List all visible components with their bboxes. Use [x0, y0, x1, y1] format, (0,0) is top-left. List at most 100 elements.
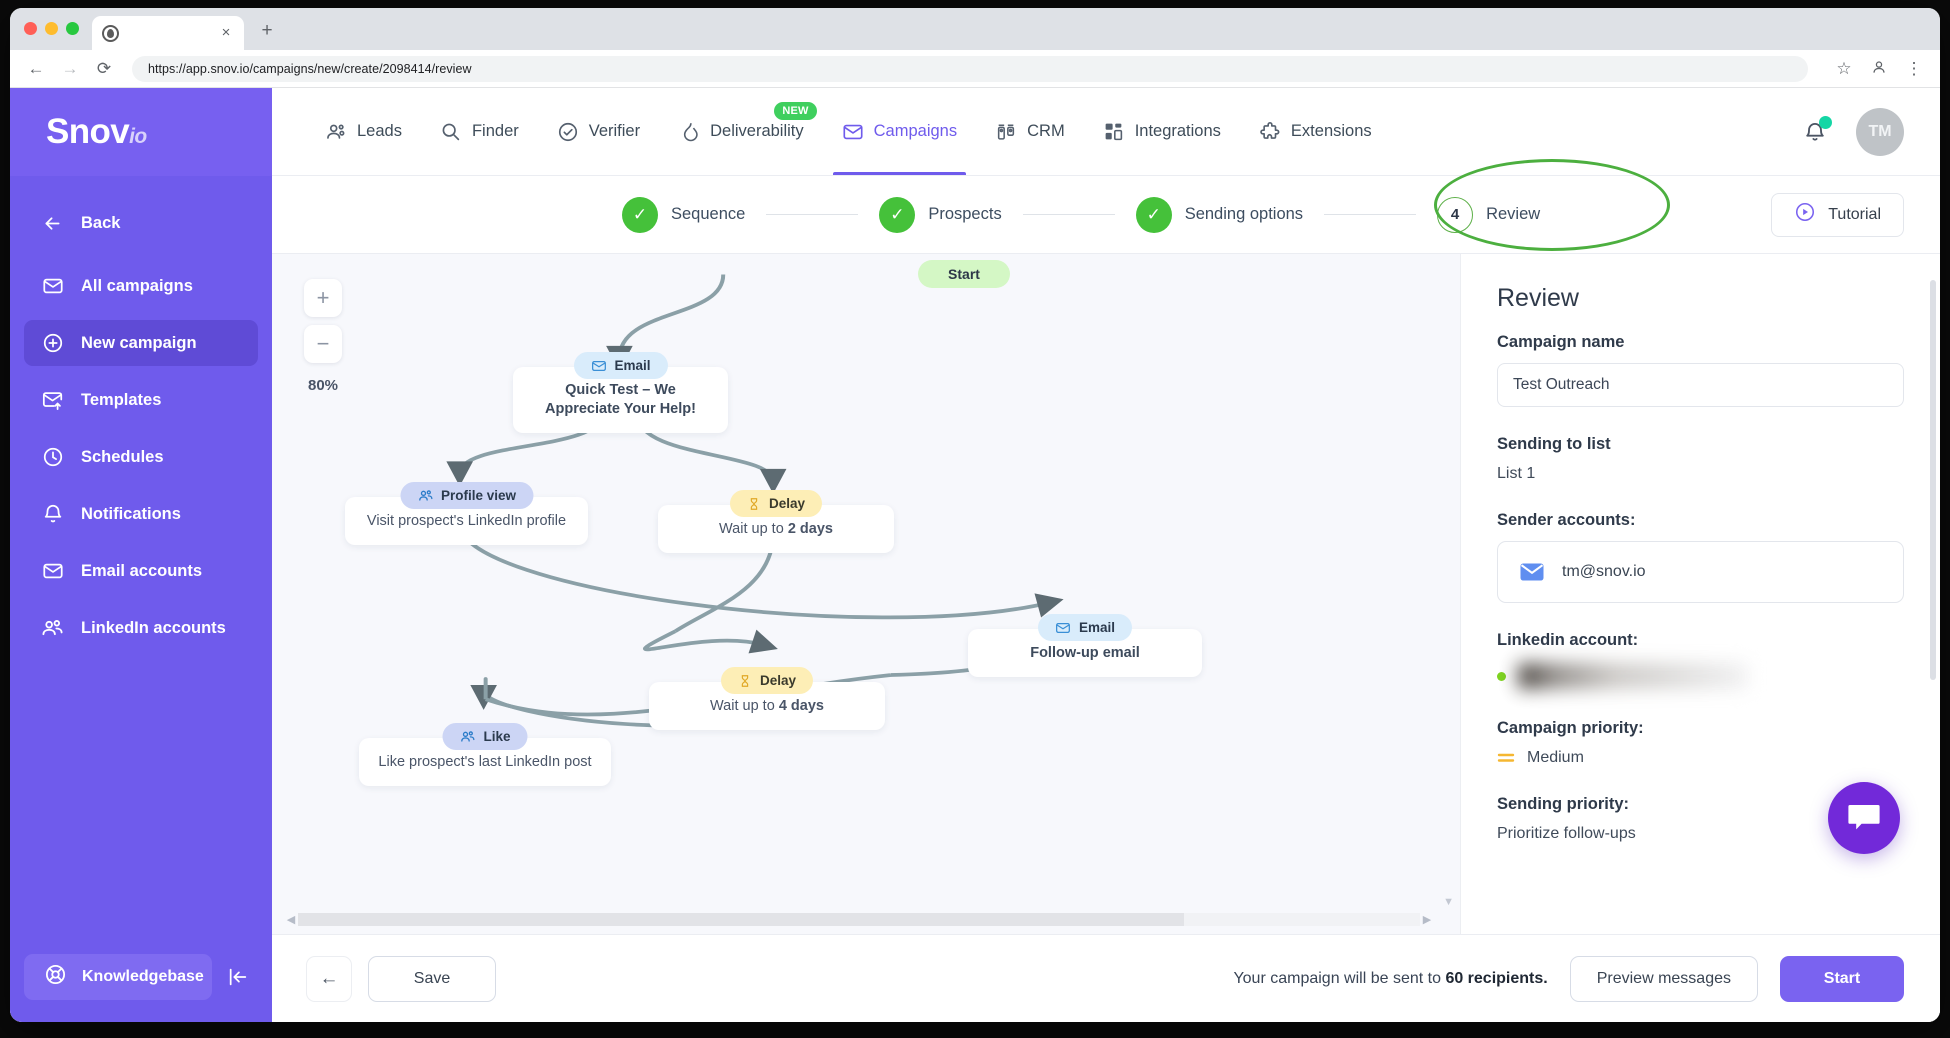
step-review[interactable]: 4 Review: [1437, 196, 1540, 233]
canvas-horizontal-scrollbar[interactable]: ◀ ▶: [284, 913, 1434, 926]
chat-support-button[interactable]: [1828, 782, 1900, 854]
desktop-backdrop: × + ← → ⟳ https://app.snov.io/campaigns/…: [0, 0, 1950, 1038]
step-sending-options[interactable]: ✓ Sending options: [1135, 196, 1303, 233]
node-email-2[interactable]: Email Follow-up email: [968, 614, 1202, 677]
node-profile-view[interactable]: Profile view Visit prospect's LinkedIn p…: [345, 482, 588, 545]
scroll-right-icon[interactable]: ▶: [1420, 913, 1434, 926]
bottom-action-bar: ← Save Your campaign will be sent to 60 …: [272, 934, 1940, 1022]
arrow-left-icon: [41, 212, 64, 235]
recipients-summary: Your campaign will be sent to 60 recipie…: [1233, 970, 1547, 988]
save-button[interactable]: Save: [368, 955, 496, 1002]
sidebar-item-all-campaigns[interactable]: All campaigns: [24, 263, 258, 309]
step-connector: [766, 213, 859, 216]
address-bar[interactable]: https://app.snov.io/campaigns/new/create…: [132, 55, 1808, 82]
browser-tab[interactable]: ×: [92, 16, 244, 50]
sidebar-item-new-campaign[interactable]: New campaign: [24, 320, 258, 366]
campaign-priority-value-row: Medium: [1497, 749, 1904, 767]
node-like[interactable]: Like Like prospect's last LinkedIn post: [359, 723, 611, 786]
sender-accounts-label: Sender accounts:: [1497, 511, 1636, 529]
browser-back-icon[interactable]: ←: [26, 59, 46, 79]
sidebar-item-email-accounts[interactable]: Email accounts: [24, 548, 258, 594]
envelope-icon: [842, 121, 864, 143]
tab-verifier[interactable]: Verifier: [538, 88, 659, 175]
tab-extensions[interactable]: Extensions: [1240, 88, 1391, 175]
panel-scrollbar[interactable]: [1930, 280, 1936, 680]
avatar[interactable]: TM: [1856, 107, 1904, 156]
puzzle-icon: [1259, 121, 1281, 143]
minimize-window-button[interactable]: [45, 22, 58, 35]
node-chip-label: Email: [614, 358, 651, 373]
node-start[interactable]: Start: [918, 260, 1010, 288]
scrollbar-track[interactable]: [298, 913, 1420, 926]
sidebar-label: All campaigns: [81, 276, 193, 295]
main-area: Leads Finder Verifier Deliverability NEW…: [272, 88, 1940, 1022]
sidebar-item-notifications[interactable]: Notifications: [24, 491, 258, 537]
sequence-canvas[interactable]: + − 80% Start Email Quick Test – We Appr…: [272, 254, 1460, 934]
preview-messages-button[interactable]: Preview messages: [1569, 955, 1758, 1002]
browser-forward-icon[interactable]: →: [60, 59, 80, 79]
step-connector: [1324, 213, 1417, 216]
tab-crm[interactable]: CRM: [976, 88, 1084, 175]
new-tab-button[interactable]: +: [256, 21, 278, 43]
node-title: Start: [948, 266, 980, 282]
lifebuoy-icon: [44, 963, 67, 991]
step-prospects[interactable]: ✓ Prospects: [879, 196, 1002, 233]
profile-icon[interactable]: [1869, 59, 1889, 79]
sidebar-back-button[interactable]: Back: [24, 200, 258, 246]
maximize-window-button[interactable]: [66, 22, 79, 35]
scroll-left-icon[interactable]: ◀: [284, 913, 298, 926]
node-type-chip: Profile view: [399, 482, 534, 509]
node-chip-label: Delay: [768, 496, 806, 511]
close-tab-icon[interactable]: ×: [218, 25, 234, 41]
app-logo[interactable]: Snovio: [10, 88, 272, 176]
bookmark-star-icon[interactable]: ☆: [1834, 59, 1854, 79]
close-window-button[interactable]: [24, 22, 37, 35]
step-sequence[interactable]: ✓ Sequence: [622, 196, 746, 233]
sidebar-item-templates[interactable]: Templates: [24, 377, 258, 423]
start-campaign-button[interactable]: Start: [1780, 955, 1904, 1002]
recipients-prefix: Your campaign will be sent to: [1233, 969, 1446, 987]
browser-tab-strip: × +: [10, 8, 1940, 50]
tab-integrations[interactable]: Integrations: [1084, 88, 1240, 175]
node-type-chip: Delay: [720, 667, 814, 694]
nav-label: Finder: [471, 122, 519, 140]
zoom-in-button[interactable]: +: [304, 279, 342, 317]
tab-finder[interactable]: Finder: [421, 88, 538, 175]
tab-leads[interactable]: Leads: [306, 88, 421, 175]
people-icon: [41, 617, 64, 640]
node-email-1[interactable]: Email Quick Test – We Appreciate Your He…: [513, 352, 728, 433]
page-title: Review: [1497, 284, 1579, 312]
window-traffic-lights[interactable]: [24, 22, 79, 35]
step-status-icon: ✓: [1135, 196, 1172, 233]
tab-campaigns[interactable]: Campaigns: [823, 88, 976, 175]
sender-account-item[interactable]: tm@snov.io: [1497, 541, 1904, 603]
nav-label: Deliverability: [710, 122, 804, 140]
campaign-name-input[interactable]: [1497, 363, 1904, 407]
logo-text: Snov: [46, 112, 130, 151]
tutorial-button[interactable]: Tutorial: [1771, 192, 1904, 237]
collapse-sidebar-icon[interactable]: [218, 957, 258, 997]
scrollbar-thumb[interactable]: [298, 913, 1185, 926]
browser-menu-icon[interactable]: ⋮: [1904, 59, 1924, 79]
linkedin-account-item[interactable]: [1497, 661, 1904, 691]
sidebar-item-schedules[interactable]: Schedules: [24, 434, 258, 480]
step-connector: [1022, 213, 1115, 216]
grid-icon: [1103, 121, 1125, 143]
knowledgebase-button[interactable]: Knowledgebase: [24, 954, 212, 1000]
sender-email: tm@snov.io: [1562, 563, 1646, 580]
zoom-out-button[interactable]: −: [304, 325, 342, 363]
back-step-button[interactable]: ←: [306, 955, 352, 1002]
sidebar-item-linkedin-accounts[interactable]: LinkedIn accounts: [24, 605, 258, 651]
step-label: Sequence: [671, 205, 746, 223]
node-delay-2[interactable]: Delay Wait up to 4 days: [649, 667, 885, 730]
tab-deliverability[interactable]: Deliverability NEW: [659, 88, 823, 175]
browser-window: × + ← → ⟳ https://app.snov.io/campaigns/…: [10, 8, 1940, 1022]
node-delay-1[interactable]: Delay Wait up to 2 days: [658, 490, 894, 553]
browser-reload-icon[interactable]: ⟳: [94, 59, 114, 79]
node-title-emphasis: 2 days: [787, 520, 833, 537]
notifications-button[interactable]: [1802, 115, 1832, 145]
nav-label: CRM: [1027, 122, 1065, 140]
flow-connectors: [446, 274, 1064, 728]
node-type-chip: Delay: [729, 490, 823, 517]
scroll-down-icon[interactable]: ▼: [1443, 896, 1454, 908]
